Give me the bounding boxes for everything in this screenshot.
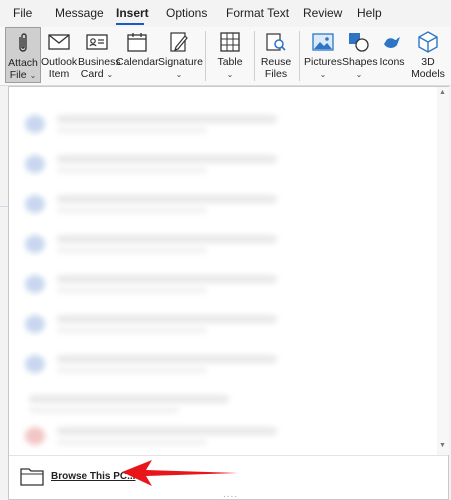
chevron-down-icon: ⌄ <box>319 70 327 79</box>
calendar-icon <box>127 33 147 52</box>
chevron-down-icon: ⌄ <box>29 71 37 80</box>
scroll-up-arrow-icon[interactable]: ▲ <box>439 89 446 96</box>
file-type-icon <box>25 275 45 293</box>
business-card-icon <box>86 34 108 50</box>
recent-items-list <box>9 87 437 455</box>
tab-options[interactable]: Options <box>166 6 207 20</box>
recent-item[interactable] <box>9 185 437 223</box>
shapes-icon <box>349 33 369 52</box>
3d-models-label-2: Models <box>411 68 445 80</box>
attach-file-button[interactable]: Attach File ⌄ <box>5 27 41 83</box>
envelope-icon <box>48 34 70 50</box>
chevron-down-icon: ⌄ <box>106 70 114 79</box>
compose-window-edge <box>0 86 8 500</box>
reuse-files-label-1: Reuse <box>260 56 292 68</box>
ribbon-separator <box>254 31 255 81</box>
recent-item[interactable] <box>9 417 437 455</box>
table-label: Table <box>217 56 243 68</box>
business-card-button[interactable]: Business Card ⌄ <box>78 27 121 83</box>
resize-grip[interactable]: .... <box>223 489 238 500</box>
icons-button[interactable]: Icons <box>377 27 407 83</box>
dropdown-divider <box>9 455 448 456</box>
calendar-label: Calendar <box>116 56 159 68</box>
business-card-label-2: Card <box>80 68 104 80</box>
outlook-item-button[interactable]: Outlook Item <box>41 27 77 83</box>
attach-file-dropdown: ▲ ▼ Browse This PC... .... <box>8 86 449 500</box>
tab-insert[interactable]: Insert <box>116 6 149 20</box>
ribbon: Attach File ⌄ Outlook Item Business Card… <box>0 27 451 91</box>
attach-file-label-2: File <box>9 69 27 81</box>
recent-item[interactable] <box>9 145 437 183</box>
file-type-icon <box>25 155 45 173</box>
tab-format-text[interactable]: Format Text <box>226 6 289 20</box>
shapes-button[interactable]: Shapes ⌄ <box>342 27 378 83</box>
pictures-icon <box>312 33 334 51</box>
outlook-item-label-2: Item <box>48 68 70 80</box>
signature-pen-icon <box>170 32 188 52</box>
chevron-down-icon: ⌄ <box>175 70 183 79</box>
tab-file[interactable]: File <box>13 6 32 20</box>
reuse-files-label-2: Files <box>264 68 288 80</box>
file-type-icon <box>25 115 45 133</box>
signature-button[interactable]: Signature ⌄ <box>158 27 203 83</box>
ribbon-separator <box>299 31 300 81</box>
chevron-down-icon: ⌄ <box>355 70 363 79</box>
cube-3d-icon <box>418 31 438 53</box>
recent-item[interactable] <box>9 105 437 143</box>
pictures-label: Pictures <box>304 56 342 68</box>
shapes-label: Shapes <box>342 56 378 68</box>
reuse-files-icon <box>266 33 286 51</box>
chevron-down-icon: ⌄ <box>226 70 234 79</box>
recent-item[interactable] <box>9 305 437 343</box>
scroll-down-arrow-icon[interactable]: ▼ <box>439 442 446 449</box>
table-icon <box>220 32 240 52</box>
recent-item[interactable] <box>9 265 437 303</box>
menu-bar: File Message Insert Options Format Text … <box>0 0 451 27</box>
table-button[interactable]: Table ⌄ <box>210 27 250 83</box>
outlook-item-label-1: Outlook <box>41 56 78 68</box>
file-type-icon <box>25 235 45 253</box>
icons-bird-icon <box>384 37 400 48</box>
reuse-files-button[interactable]: Reuse Files <box>258 27 294 83</box>
active-tab-indicator <box>116 23 144 25</box>
signature-label: Signature <box>158 56 203 68</box>
3d-models-button[interactable]: 3D Models ⌄ <box>408 27 448 91</box>
paperclip-icon <box>19 33 27 52</box>
ribbon-separator <box>205 31 206 81</box>
annotation-arrow-icon <box>122 460 238 486</box>
compose-divider <box>0 206 8 207</box>
recent-item[interactable] <box>9 345 437 383</box>
tab-review[interactable]: Review <box>303 6 342 20</box>
file-type-icon <box>25 427 45 445</box>
attach-file-label-1: Attach <box>8 57 38 69</box>
file-type-icon <box>25 355 45 373</box>
vertical-scrollbar[interactable]: ▲ ▼ <box>437 87 449 455</box>
3d-models-label-1: 3D <box>421 56 435 68</box>
pictures-button[interactable]: Pictures ⌄ <box>304 27 342 83</box>
calendar-button[interactable]: Calendar <box>116 27 159 83</box>
business-card-label-1: Business <box>78 56 121 68</box>
icons-label: Icons <box>379 56 405 68</box>
tab-help[interactable]: Help <box>357 6 382 20</box>
file-type-icon <box>25 195 45 213</box>
recent-item[interactable] <box>9 225 437 263</box>
folder-icon <box>20 468 44 486</box>
tab-message[interactable]: Message <box>55 6 104 20</box>
file-type-icon <box>25 315 45 333</box>
